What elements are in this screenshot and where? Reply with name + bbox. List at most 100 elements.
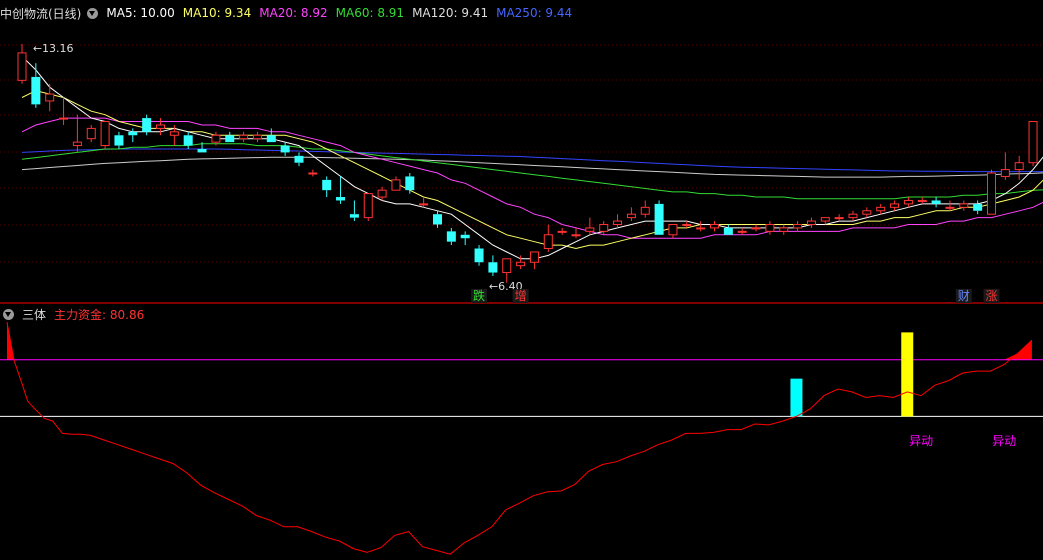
candle-body: [1014, 162, 1024, 171]
candle-body: [599, 223, 609, 232]
candle-body: [377, 189, 387, 198]
candle-body: [806, 220, 816, 225]
high-price-label: ←13.16: [33, 42, 74, 55]
candle-body: [585, 227, 595, 232]
candle-body: [280, 145, 290, 153]
candle-body: [696, 227, 706, 230]
candle-body: [433, 214, 442, 225]
candle-body: [654, 203, 664, 235]
candle-body: [973, 203, 983, 211]
candle-body: [156, 124, 165, 129]
candle-body: [834, 217, 844, 220]
candle-body: [405, 176, 415, 191]
ma120-label: MA120: 9.41: [412, 6, 489, 20]
candle-body: [100, 121, 110, 147]
candle-body: [571, 234, 581, 237]
candle-body: [917, 199, 927, 202]
candle-body: [626, 213, 636, 219]
candle-body: [668, 223, 678, 236]
event-tag-label: 涨: [985, 288, 997, 303]
kline-chart-svg: ←13.16←6.40跌增财涨异动 异动: [0, 42, 1043, 555]
fund-fill-left: [7, 322, 35, 360]
fund-line: [6, 321, 1033, 555]
signal-bar: [901, 332, 914, 417]
ma20-line: [21, 117, 1043, 239]
ma20-label: MA20: 8.92: [259, 6, 328, 20]
candle-body: [86, 127, 96, 140]
candle-body: [987, 172, 996, 215]
event-tag-label: 增: [515, 289, 527, 303]
candle-body: [252, 134, 262, 140]
candle-body: [848, 213, 858, 219]
candle-body: [308, 172, 318, 175]
event-tag-label: 财: [958, 289, 970, 303]
candle-body: [710, 223, 719, 229]
candle-body: [211, 134, 221, 143]
dropdown-icon[interactable]: [87, 7, 99, 19]
stock-title: 中创物流(日线): [0, 6, 82, 21]
candle-body: [502, 258, 512, 274]
candle-body: [322, 179, 332, 191]
candle-body: [114, 135, 124, 146]
candle-body: [876, 206, 886, 212]
candle-body: [169, 131, 179, 136]
candle-body: [239, 134, 249, 140]
candle-body: [529, 251, 539, 263]
candle-body: [31, 76, 41, 105]
ma5-label: MA5: 10.00: [106, 6, 175, 20]
chart-stage: ←13.16 ←6.40 跌增财涨异动 异动 中创物流(日线) MA5: 10.00 …: [0, 0, 1043, 560]
candle-body: [931, 200, 941, 204]
candle-body: [557, 230, 567, 233]
candle-body: [419, 203, 429, 206]
ma250-label: MA250: 9.44: [496, 6, 573, 20]
candle-body: [460, 234, 470, 239]
candle-body: [1028, 121, 1038, 164]
candle-body: [862, 210, 872, 215]
ma60-label: MA60: 8.91: [335, 6, 405, 20]
candle-body: [197, 148, 207, 153]
candle-body: [543, 234, 553, 250]
candle-body: [820, 217, 830, 222]
candle-body: [142, 118, 152, 132]
candle-body: [890, 203, 900, 208]
candle-body: [17, 52, 27, 81]
indicator-value-label: 主力资金: 80.86: [54, 307, 145, 322]
candle-body: [751, 227, 761, 230]
candle-body: [349, 214, 359, 218]
candle-body: [613, 220, 623, 225]
candle-body: [391, 179, 401, 191]
indicator-name: 三体: [22, 307, 47, 322]
candle-body: [682, 223, 692, 226]
candle-body: [640, 206, 650, 215]
candle-body: [737, 230, 747, 233]
candle-body: [183, 135, 193, 146]
candle-body: [474, 248, 484, 263]
main-header: 中创物流(日线) MA5: 10.00 MA10: 9.34 MA20: 8.9…: [0, 4, 580, 22]
candle-body: [266, 135, 276, 143]
signal-label: 异动: [909, 434, 933, 448]
candle-body: [945, 206, 955, 209]
candle-body: [903, 199, 913, 205]
candle-body: [1000, 169, 1010, 177]
signal-bar: [790, 378, 803, 417]
candle-body: [959, 203, 969, 208]
candle-body: [723, 227, 733, 235]
sub-header: 三体 主力资金: 80.86: [0, 305, 152, 323]
candle-body: [294, 155, 304, 163]
candle-body: [793, 223, 803, 229]
event-tag-label: 跌: [473, 288, 485, 303]
candle-body: [779, 227, 789, 232]
candle-body: [516, 261, 526, 267]
candle-body: [446, 231, 456, 242]
candle-body: [59, 117, 69, 120]
candle-body: [765, 223, 775, 232]
candle-body: [336, 197, 346, 201]
dropdown-icon[interactable]: [3, 308, 14, 320]
candle-body: [128, 131, 138, 136]
ma10-label: MA10: 9.34: [182, 6, 252, 20]
candle-body: [488, 262, 498, 273]
signal-label: 异动: [992, 434, 1016, 448]
candle-body: [45, 93, 55, 102]
candle-body: [225, 135, 235, 143]
candle-body: [72, 141, 82, 147]
